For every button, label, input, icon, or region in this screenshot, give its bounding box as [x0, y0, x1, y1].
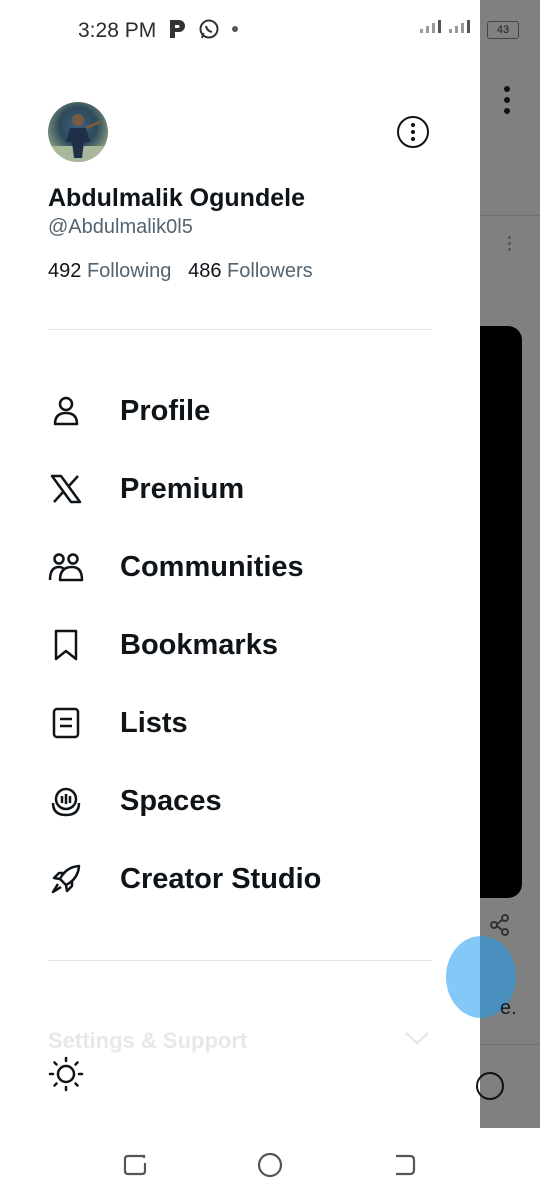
more-options-button[interactable] [397, 116, 429, 148]
battery-indicator: 43 [487, 21, 519, 39]
sun-icon[interactable] [48, 1056, 84, 1092]
x-logo-icon [48, 471, 84, 507]
avatar[interactable] [48, 102, 108, 162]
back-icon[interactable] [392, 1152, 418, 1178]
divider [48, 960, 432, 961]
menu-item-profile[interactable]: Profile [0, 372, 480, 450]
rocket-icon [48, 861, 84, 897]
post-more-icon [508, 236, 511, 254]
menu-item-label: Creator Studio [120, 862, 322, 895]
menu-item-label: Communities [120, 550, 304, 583]
menu-item-label: Lists [120, 706, 188, 739]
avatar-image [48, 114, 108, 162]
navigation-drawer: 3:28 PM Abdulmalik Ogundele @Abdulmalik0… [0, 0, 480, 1128]
spaces-icon [48, 783, 84, 819]
p-app-icon [170, 20, 185, 38]
media-preview [480, 326, 522, 898]
background-circle [476, 1072, 504, 1100]
menu-item-spaces[interactable]: Spaces [0, 762, 480, 840]
divider [480, 215, 540, 216]
followers-count: 486 [188, 260, 222, 282]
whatsapp-icon [199, 19, 219, 39]
divider [480, 1044, 540, 1045]
background-text: e. [500, 997, 517, 1019]
signal-icon [420, 20, 441, 33]
menu-item-creator-studio[interactable]: Creator Studio [0, 840, 480, 918]
profile-handle: @Abdulmalik0l5 [48, 216, 193, 238]
menu-item-premium[interactable]: Premium [0, 450, 480, 528]
recent-apps-icon[interactable] [122, 1152, 148, 1178]
status-time: 3:28 PM [78, 19, 157, 42]
followers-link[interactable]: 486 Followers [188, 260, 313, 282]
drawer-menu: Profile Premium Communities Bookmarks Li… [0, 372, 480, 918]
bookmark-icon [48, 627, 84, 663]
following-label: Following [86, 260, 172, 282]
more-vertical-icon [504, 86, 510, 116]
signal-indicators [420, 20, 470, 33]
following-link[interactable]: 492 Following [48, 260, 177, 282]
menu-item-label: Spaces [120, 784, 222, 817]
menu-item-label: Premium [120, 472, 245, 505]
menu-item-bookmarks[interactable]: Bookmarks [0, 606, 480, 684]
followers-label: Followers [227, 260, 313, 282]
menu-item-lists[interactable]: Lists [0, 684, 480, 762]
home-icon[interactable] [257, 1152, 283, 1178]
system-navigation-bar [0, 1128, 540, 1200]
menu-item-communities[interactable]: Communities [0, 528, 480, 606]
menu-item-label: Profile [120, 394, 211, 427]
divider [48, 329, 432, 330]
signal-icon [449, 20, 470, 33]
profile-name[interactable]: Abdulmalik Ogundele [48, 184, 305, 213]
communities-icon [48, 549, 84, 585]
list-icon [48, 705, 84, 741]
chevron-down-icon [405, 1032, 429, 1045]
following-count: 492 [48, 260, 82, 282]
notification-dot [232, 26, 238, 32]
share-icon [490, 914, 509, 936]
person-icon [48, 393, 84, 429]
menu-item-label: Bookmarks [120, 628, 278, 661]
settings-support-toggle[interactable]: Settings & Support [48, 1028, 247, 1054]
follow-stats: 492 Following 486 Followers [48, 260, 313, 283]
status-bar: 3:28 PM [0, 0, 480, 60]
